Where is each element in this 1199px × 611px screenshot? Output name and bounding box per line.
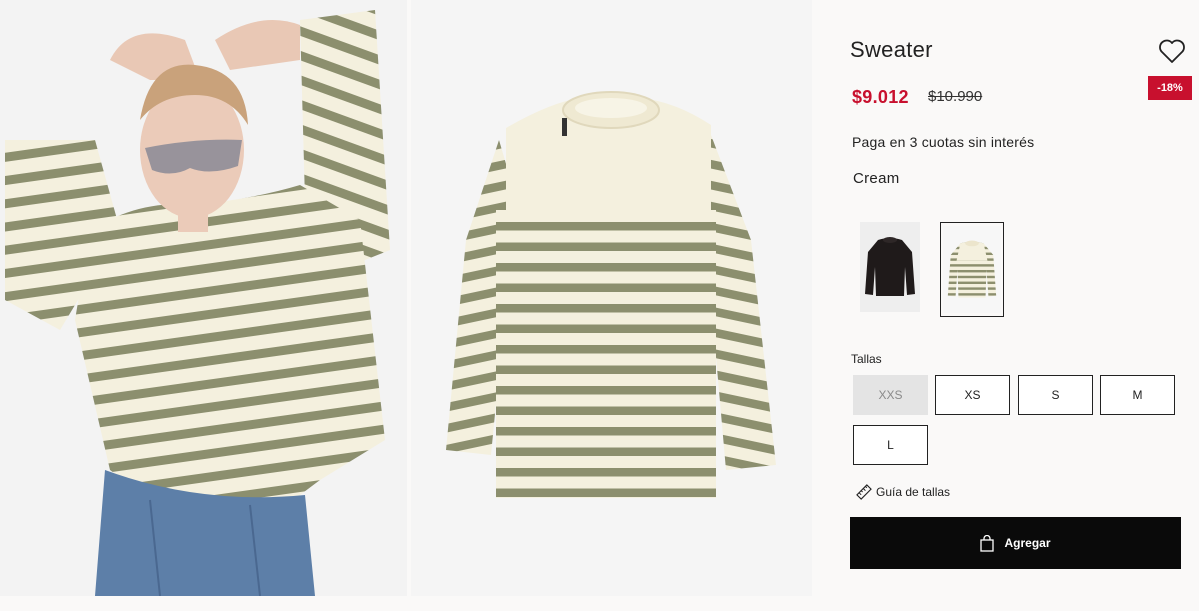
size-guide-link[interactable]: Guía de tallas: [856, 484, 950, 500]
color-swatch-dark[interactable]: [860, 222, 920, 312]
size-option-xxs[interactable]: XXS: [853, 375, 928, 415]
heart-icon[interactable]: [1158, 38, 1186, 64]
size-guide-label: Guía de tallas: [876, 485, 951, 499]
cream-sweater-thumbnail: [943, 226, 1001, 313]
size-option-xs[interactable]: XS: [935, 375, 1010, 415]
sale-price: $9.012: [852, 87, 909, 107]
flat-sweater-illustration: [411, 0, 812, 596]
original-price: $10.990: [928, 88, 983, 105]
sizes-label: Tallas: [851, 352, 882, 366]
color-swatch-cream[interactable]: [940, 222, 1004, 317]
dark-sweater-thumbnail: [860, 222, 920, 312]
ruler-icon: [856, 484, 872, 500]
size-option-l[interactable]: L: [853, 425, 928, 465]
product-image-model[interactable]: [0, 0, 407, 596]
model-photo-illustration: [0, 0, 407, 596]
discount-badge: -18%: [1148, 76, 1192, 100]
add-to-cart-button[interactable]: Agregar: [850, 517, 1181, 569]
product-title: Sweater: [850, 37, 933, 62]
installments-text: Paga en 3 cuotas sin interés: [852, 134, 1035, 150]
size-option-s[interactable]: S: [1018, 375, 1093, 415]
shopping-bag-icon: [980, 534, 995, 552]
selected-color-name: Cream: [853, 170, 900, 187]
add-button-label: Agregar: [1004, 536, 1051, 550]
product-image-flat[interactable]: [411, 0, 812, 596]
size-option-m[interactable]: M: [1100, 375, 1175, 415]
